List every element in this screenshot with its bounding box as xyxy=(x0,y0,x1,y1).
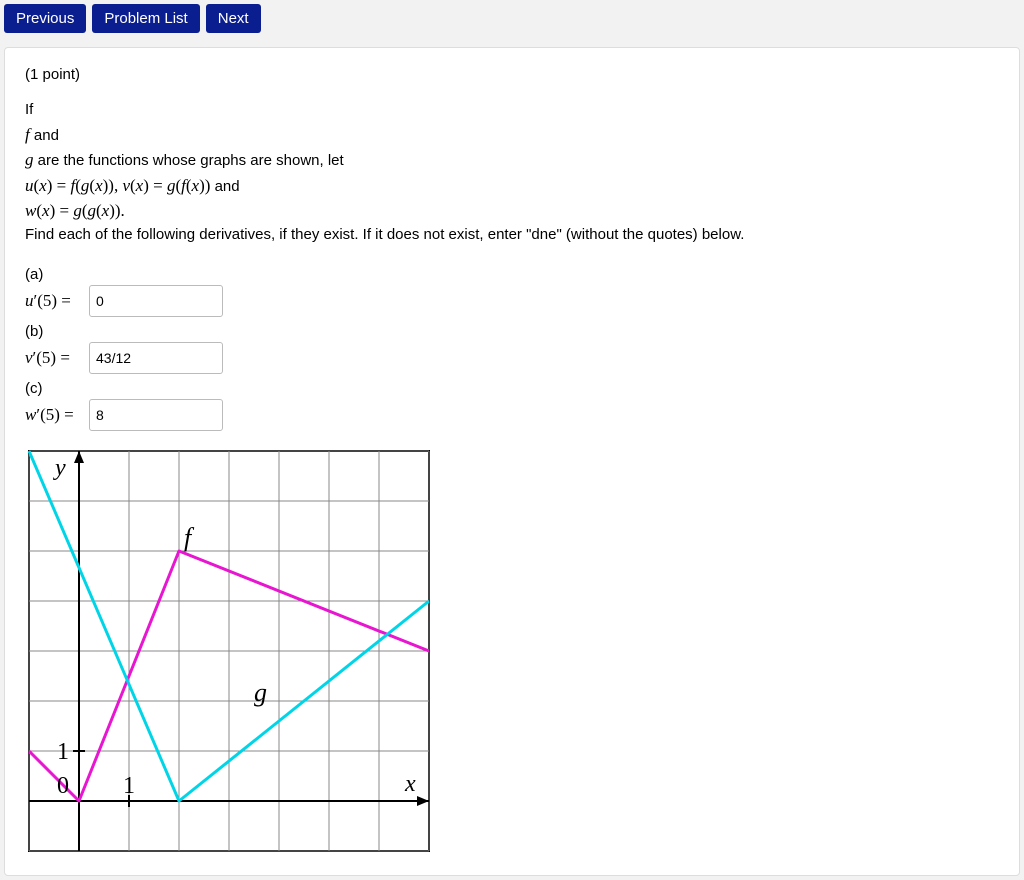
text-f-and: and xyxy=(30,127,59,144)
text-if: If xyxy=(25,101,33,118)
g-symbol: g xyxy=(25,150,34,169)
next-button[interactable]: Next xyxy=(206,4,261,33)
text-and: and xyxy=(210,178,239,195)
part-b-lhs: v′(5) = xyxy=(25,348,81,368)
text-g-are: are the functions whose graphs are shown… xyxy=(34,152,344,169)
functions-graph: 0 1 1 x y f g xyxy=(25,447,433,855)
part-c-lhs: w′(5) = xyxy=(25,405,81,425)
svg-text:x: x xyxy=(404,771,416,797)
svg-text:g: g xyxy=(254,678,267,707)
previous-button[interactable]: Previous xyxy=(4,4,86,33)
graph-container: 0 1 1 x y f g xyxy=(25,447,999,855)
part-a-lhs: u′(5) = xyxy=(25,291,81,311)
part-a-letter: (a) xyxy=(25,266,999,283)
problem-card: (1 point) If f and g are the functions w… xyxy=(4,47,1020,876)
definitions-line: u(x) = f(g(x)), v(x) = g(f(x)) xyxy=(25,176,210,195)
part-b-letter: (b) xyxy=(25,323,999,340)
w-definition: w(x) = g(g(x)). xyxy=(25,201,125,220)
svg-text:y: y xyxy=(53,455,66,481)
points-label: (1 point) xyxy=(25,66,999,83)
part-a-input[interactable] xyxy=(89,285,223,317)
svg-text:1: 1 xyxy=(123,773,135,799)
part-c-input[interactable] xyxy=(89,399,223,431)
problem-list-button[interactable]: Problem List xyxy=(92,4,199,33)
svg-text:f: f xyxy=(184,523,195,552)
part-b-input[interactable] xyxy=(89,342,223,374)
svg-text:1: 1 xyxy=(57,739,69,765)
instructions-text: Find each of the following derivatives, … xyxy=(25,224,999,247)
problem-statement: If f and g are the functions whose graph… xyxy=(25,99,999,246)
svg-text:0: 0 xyxy=(57,773,69,799)
part-c-letter: (c) xyxy=(25,380,999,397)
